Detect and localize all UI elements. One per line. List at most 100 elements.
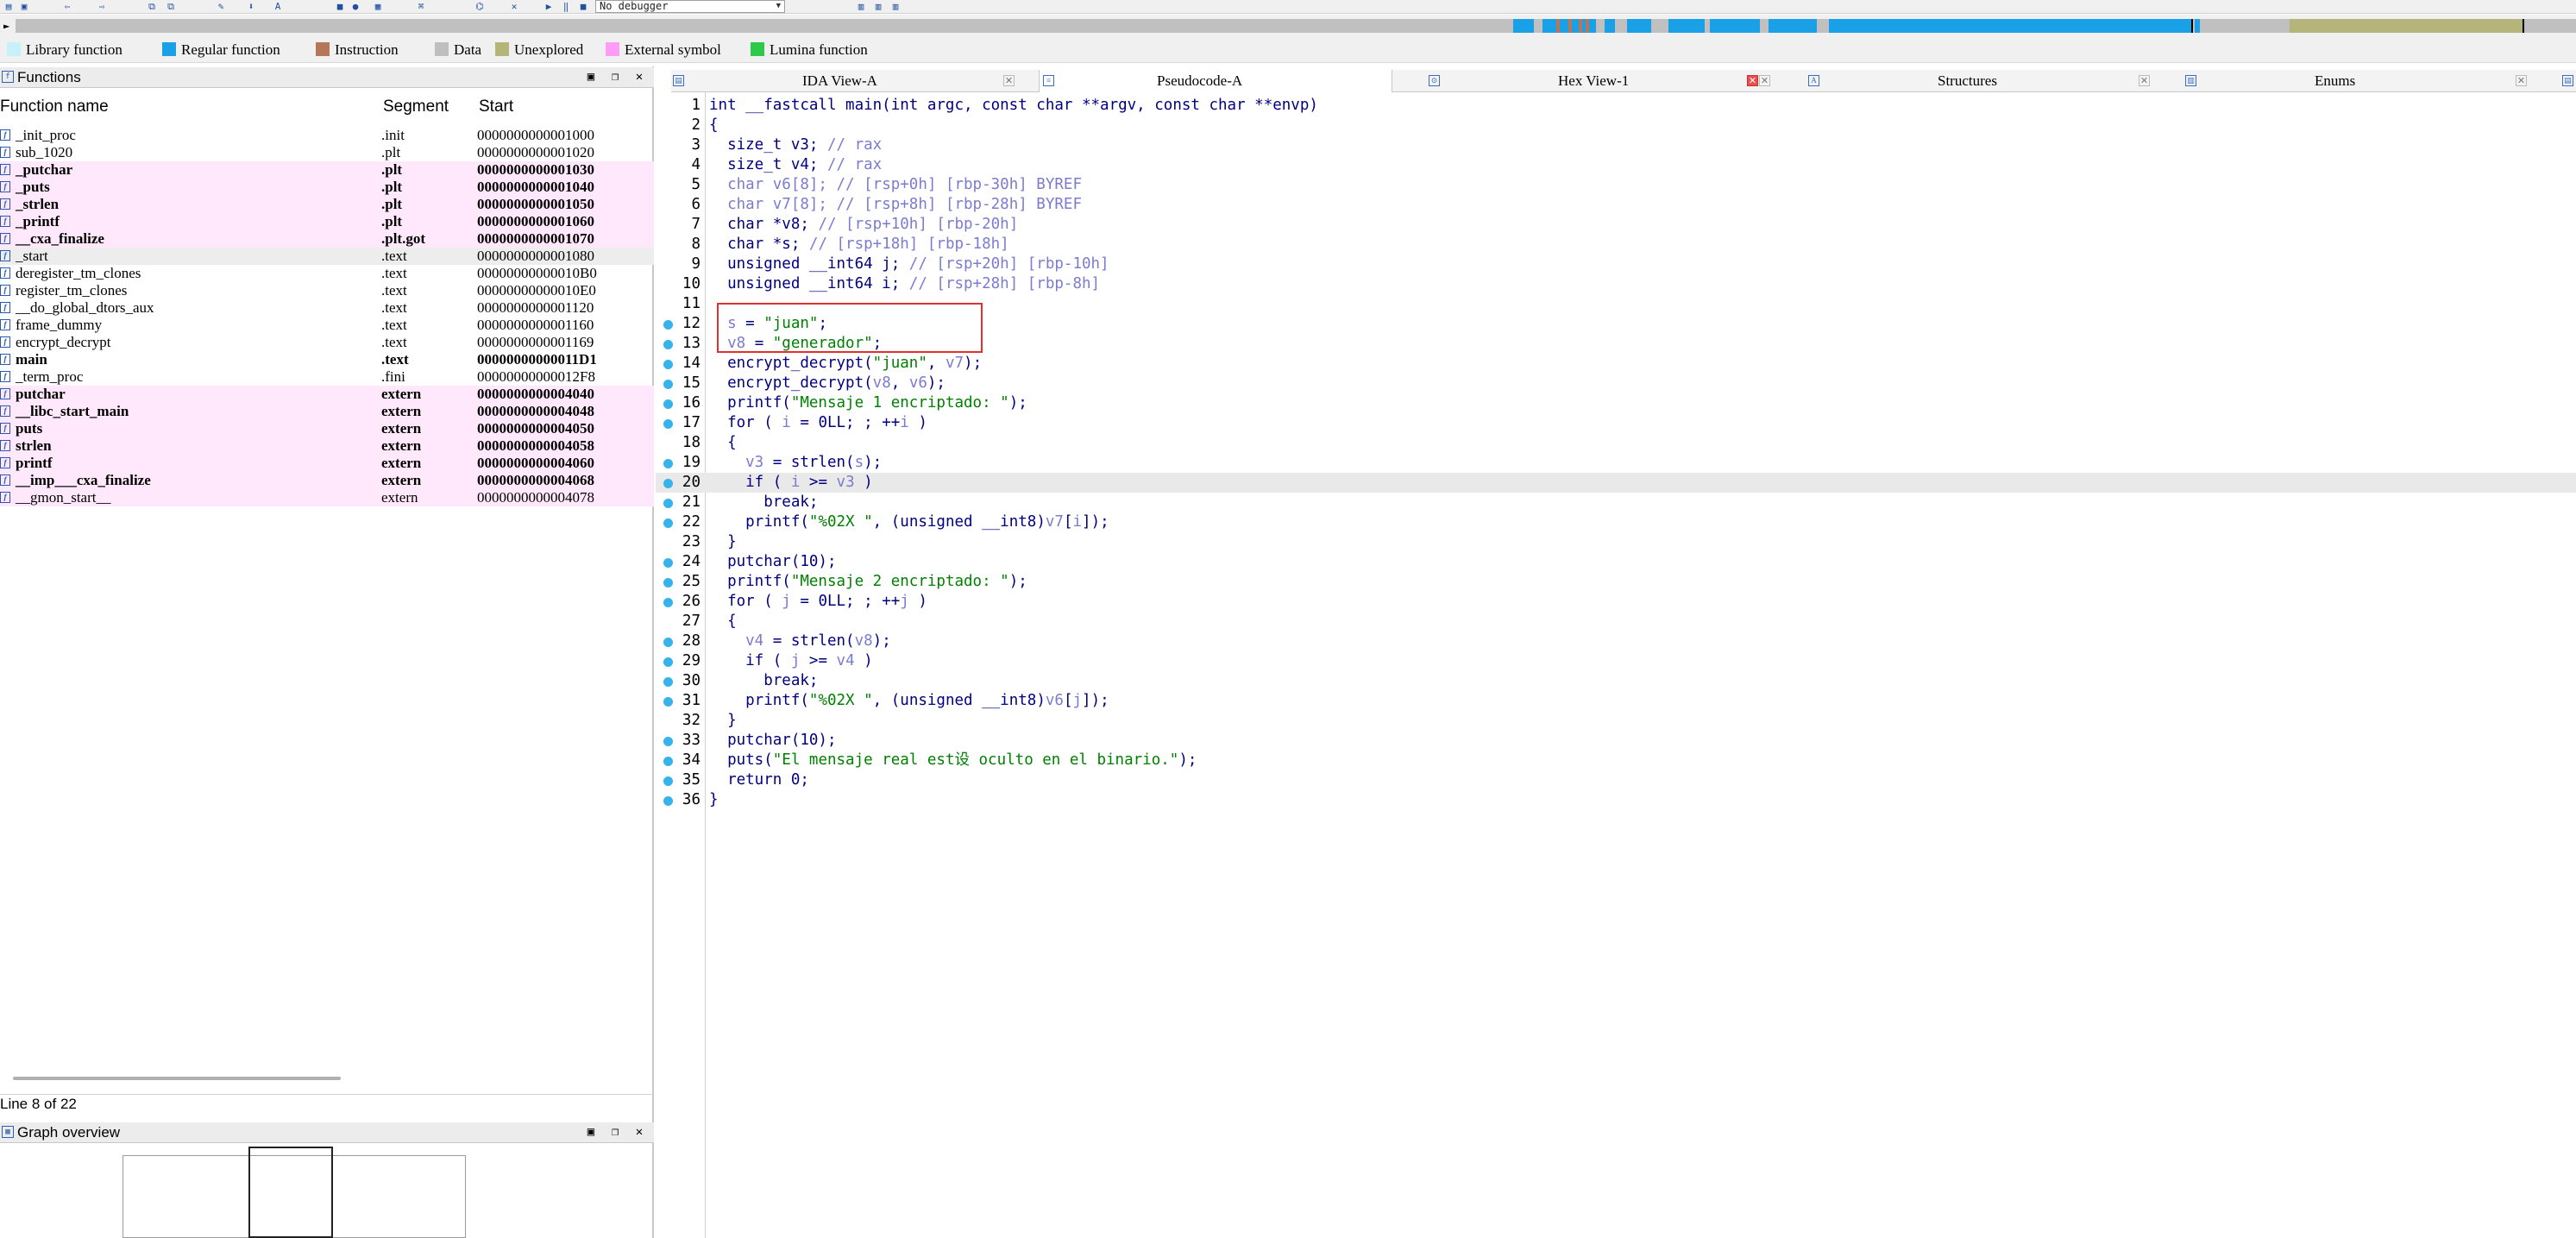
green-circle-icon[interactable]: ● (349, 1, 362, 12)
function-row[interactable]: f __do_global_dtors_aux .text 0000000000001… (0, 299, 654, 317)
code-line[interactable]: 4 size_t v4; // rax (656, 155, 2576, 175)
code-line[interactable]: 5 char v6[8]; // [rsp+0h] [rbp-30h] BYRE… (656, 175, 2576, 195)
function-row[interactable]: f encrypt_decrypt .text 0000000000001169 (0, 334, 654, 351)
code-line[interactable]: 36} (656, 790, 2576, 810)
play-icon[interactable]: ▶ (542, 1, 556, 12)
code-line[interactable]: 28 v4 = strlen(v8); (656, 632, 2576, 651)
function-row[interactable]: f register_tm_clones .text 00000000000010E0 (0, 282, 654, 299)
open-icon[interactable]: ▤ (2, 1, 16, 12)
code-line[interactable]: 25 printf("Mensaje 2 encriptado: "); (656, 572, 2576, 592)
function-row[interactable]: f deregister_tm_clones .text 00000000000010… (0, 265, 654, 282)
code-line[interactable]: 31 printf("%02X ", (unsigned __int8)v6[j… (656, 691, 2576, 711)
function-row[interactable]: f puts extern 0000000000004050 (0, 420, 654, 437)
nav-arrow-icon[interactable]: ► (3, 20, 9, 32)
stop-icon[interactable]: ■ (333, 1, 347, 12)
code-line[interactable]: 3 size_t v3; // rax (656, 135, 2576, 155)
code-line[interactable]: 22 printf("%02X ", (unsigned __int8)v7[i… (656, 512, 2576, 532)
close-icon[interactable]: ✕ (507, 1, 521, 12)
tab-pseudocode-a[interactable]: ≡ Pseudocode-A ✕ (1039, 70, 1758, 92)
function-row[interactable]: f _printf .plt 0000000000001060 (0, 213, 654, 230)
function-row[interactable]: f _term_proc .fini 00000000000012F8 (0, 368, 654, 386)
code-line[interactable]: 32 } (656, 711, 2576, 731)
code-line[interactable]: 16 printf("Mensaje 1 encriptado: "); (656, 393, 2576, 413)
function-row[interactable]: f _init_proc .init 0000000000001000 (0, 127, 654, 144)
tab-ida-view-a[interactable]: ▤ IDA View-A ✕ (671, 70, 1025, 92)
trace-icon[interactable]: ▥ (889, 1, 902, 12)
code-line[interactable]: 18 { (656, 433, 2576, 453)
tab-hex-view-1[interactable]: ⊙ Hex View-1 ✕ (1427, 70, 1781, 92)
restore-icon[interactable]: ❐ (608, 1125, 622, 1139)
code-line[interactable]: 24 putchar(10); (656, 552, 2576, 572)
graph-icon[interactable]: ▦ (371, 1, 385, 12)
code-line[interactable]: 2{ (656, 116, 2576, 135)
function-row[interactable]: f __gmon_start__ extern 0000000000004078 (0, 489, 654, 506)
maximize-icon[interactable]: ▣ (584, 1125, 598, 1139)
pause-icon[interactable]: ‖ (559, 1, 573, 12)
maximize-icon[interactable]: ▣ (584, 70, 598, 84)
tab-enums[interactable]: ▥ Enums ✕ (2183, 70, 2537, 92)
code-line[interactable]: 7 char *v8; // [rsp+10h] [rbp-20h] (656, 215, 2576, 235)
function-row[interactable]: f _strlen .plt 0000000000001050 (0, 196, 654, 213)
search-icon[interactable]: ✎ (214, 1, 228, 12)
forward-icon[interactable]: ⇨ (95, 1, 109, 12)
paste-icon[interactable]: ⧉ (164, 1, 178, 12)
close-icon[interactable]: ✕ (632, 1125, 646, 1139)
function-row[interactable]: f _start .text 0000000000001080 (0, 248, 654, 265)
code-line[interactable]: 9 unsigned __int64 j; // [rsp+20h] [rbp-… (656, 255, 2576, 274)
tab-overflow[interactable]: ▤ (2560, 70, 2576, 92)
code-line[interactable]: 10 unsigned __int64 i; // [rsp+28h] [rbp… (656, 274, 2576, 294)
function-row[interactable]: f __libc_start_main extern 0000000000004048 (0, 403, 654, 420)
code-line[interactable]: 6 char v7[8]; // [rsp+8h] [rbp-28h] BYRE… (656, 195, 2576, 215)
close-icon[interactable]: ✕ (2139, 75, 2150, 86)
stop-debug-icon[interactable]: ■ (576, 1, 590, 12)
function-row[interactable]: f _putchar .plt 0000000000001030 (0, 161, 654, 179)
function-row[interactable]: f __cxa_finalize .plt.got 0000000000001070 (0, 230, 654, 248)
column-start[interactable]: Start (479, 97, 513, 116)
xref-icon[interactable]: ⌬ (473, 1, 487, 12)
down-arrow-icon[interactable]: ⬇ (244, 1, 258, 12)
code-line[interactable]: 14 encrypt_decrypt("juan", v7); (656, 354, 2576, 374)
code-line[interactable]: 23 } (656, 532, 2576, 552)
code-line[interactable]: 17 for ( i = 0LL; ; ++i ) (656, 413, 2576, 433)
function-row[interactable]: f main .text 00000000000011D1 (0, 351, 654, 368)
code-line[interactable]: 29 if ( j >= v4 ) (656, 651, 2576, 671)
breakpoint-icon[interactable]: ▥ (871, 1, 885, 12)
code-line[interactable]: 15 encrypt_decrypt(v8, v6); (656, 374, 2576, 393)
function-row[interactable]: f __imp___cxa_finalize extern 0000000000004… (0, 472, 654, 489)
code-line[interactable]: 26 for ( j = 0LL; ; ++j ) (656, 592, 2576, 612)
close-icon[interactable]: ✕ (1003, 75, 1015, 86)
debugger-select[interactable]: No debugger ▼ (595, 0, 785, 13)
function-row[interactable]: f sub_1020 .plt 0000000000001020 (0, 144, 654, 161)
function-row[interactable]: f putchar extern 0000000000004040 (0, 386, 654, 403)
function-row[interactable]: f printf extern 0000000000004060 (0, 455, 654, 472)
save-icon[interactable]: ▣ (17, 1, 31, 12)
close-icon[interactable]: ✕ (1759, 75, 1770, 86)
code-line[interactable]: 8 char *s; // [rsp+18h] [rbp-18h] (656, 235, 2576, 255)
code-line[interactable]: 19 v3 = strlen(s); (656, 453, 2576, 473)
function-row[interactable]: f _puts .plt 0000000000001040 (0, 179, 654, 196)
column-function-name[interactable]: Function name (0, 97, 109, 116)
back-icon[interactable]: ⇦ (60, 1, 74, 12)
function-row[interactable]: f frame_dummy .text 0000000000001160 (0, 317, 654, 334)
function-row[interactable]: f strlen extern 0000000000004058 (0, 437, 654, 455)
code-line[interactable]: 21 break; (656, 493, 2576, 512)
code-line[interactable]: 20 if ( i >= v3 ) (656, 473, 2576, 493)
code-line[interactable]: 30 break; (656, 671, 2576, 691)
debug-options-icon[interactable]: ▥ (854, 1, 868, 12)
code-line[interactable]: 27 { (656, 612, 2576, 632)
restore-icon[interactable]: ❐ (608, 70, 622, 84)
code-line[interactable]: 33 putchar(10); (656, 731, 2576, 751)
structure-icon[interactable]: ⌘ (414, 1, 428, 12)
navigation-bar[interactable] (16, 19, 2576, 33)
pseudocode-view[interactable]: 1 int __fastcall main(int argc, const cha… (656, 92, 2576, 1238)
text-search-icon[interactable]: A (271, 1, 285, 12)
code-line[interactable]: 1 int __fastcall main(int argc, const cha… (656, 96, 2576, 116)
close-icon[interactable]: ✕ (632, 70, 646, 84)
tab-structures[interactable]: A Structures ✕ (1806, 70, 2160, 92)
graph-overview-viewport[interactable] (248, 1147, 333, 1238)
close-icon[interactable]: ✕ (2516, 75, 2527, 86)
code-line[interactable]: 35 return 0; (656, 770, 2576, 790)
code-line[interactable]: 34 puts("El mensaje real est设 oculto en … (656, 751, 2576, 770)
column-segment[interactable]: Segment (383, 97, 449, 116)
copy-icon[interactable]: ⧉ (145, 1, 159, 12)
